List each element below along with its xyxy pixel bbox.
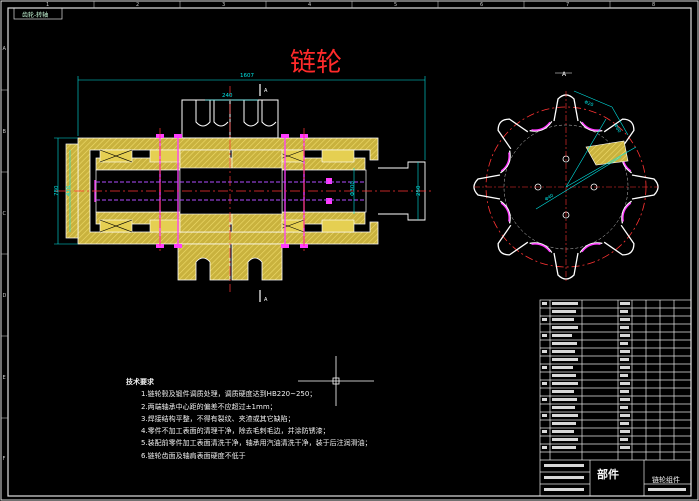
sector-detail [585,140,629,166]
title-block-part-name: 链轮组件 [652,476,680,484]
dim-hub-spacing: 240 [222,93,233,99]
tech-req-item: 4.零件不加工表面的清理干净，除去毛刺毛边，并涂防锈漆； [141,427,330,436]
zone-letter: E [3,375,6,381]
technical-requirements: 技术要求 1.链轮毂及锻件调质处理，调质硬度达到HB220~250； 2.两端轴… [126,376,372,462]
tech-req-item: 3.焊接结构平整，不得有裂纹、夹渣或其它缺陷； [141,414,295,423]
title-block-part-label: 部件 [597,468,619,481]
zone-letter: A [3,46,7,52]
zone-letter: D [3,293,7,299]
tech-req-item: 1.链轮毂及锻件调质处理，调质硬度达到HB220~250； [141,390,317,399]
section-label-top: A [264,88,268,94]
tech-req-item: 6.链轮齿面及轴肩表面硬度不低于 [141,451,246,460]
zone-number: 1 [46,2,49,8]
dim-shaft-dia: Φ300 [350,181,356,196]
section-view: A A [56,84,434,303]
zone-number: 6 [480,2,483,8]
drawing-number: 齿轮-转轴 [22,12,49,19]
sprocket-front-view: Φ20 Φ40 Φ60 [473,90,659,283]
top-bracket-left [181,99,231,139]
zone-letter: F [3,456,6,462]
drawing-title: 链轮 [290,48,343,78]
dim-left-height: 780 [54,185,60,196]
zone-number: 7 [566,2,569,8]
zone-number: 8 [652,2,655,8]
dim-overall-length: 1607 [240,73,254,79]
top-bracket-right [229,99,279,139]
dim-sprocket-b: Φ40 [544,193,555,203]
zone-number: 3 [222,2,225,8]
zone-letter: C [3,211,7,217]
zone-letter: B [3,129,7,135]
zone-number: 2 [136,2,139,8]
zone-number: 4 [308,2,311,8]
section-label-bottom: A [264,297,268,303]
view-label: A [562,71,567,78]
dim-sprocket-a: Φ20 [583,99,594,108]
tech-req-heading: 技术要求 [126,378,154,386]
dim-right-dia: 250 [416,185,422,196]
dim-left-inner: 476 [66,185,72,196]
tech-req-item: 5.装配前零件加工表面清洗干净，轴承用汽油清洗干净，装于后注润滑油； [141,439,372,448]
zone-number: 5 [394,2,397,8]
title-block-entries [542,302,686,491]
tech-req-item: 2.两端轴承中心距的偏差不应超过±1mm； [141,402,277,411]
